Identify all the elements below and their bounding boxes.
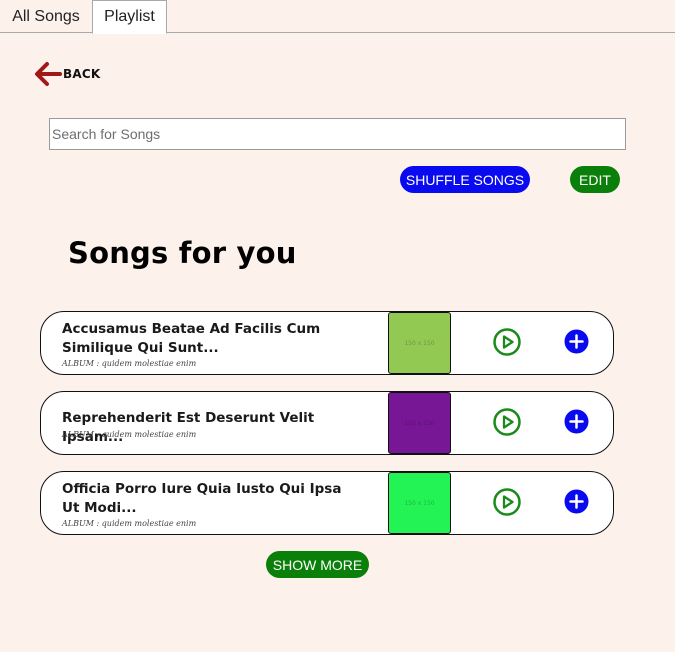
- tab-playlist[interactable]: Playlist: [92, 0, 167, 34]
- song-card[interactable]: Accusamus Beatae Ad Facilis Cum Similiqu…: [40, 311, 614, 375]
- play-circle-icon[interactable]: [492, 407, 522, 437]
- song-card[interactable]: Reprehenderit Est Deserunt Velit Ipsam..…: [40, 391, 614, 455]
- plus-circle-icon[interactable]: [564, 409, 589, 434]
- playlist-page: All Songs Playlist BACK SHUFFLE SONGS ED…: [0, 0, 675, 652]
- search-input[interactable]: [49, 118, 626, 150]
- plus-circle-icon[interactable]: [564, 329, 589, 354]
- back-label: BACK: [63, 67, 101, 81]
- shuffle-songs-button[interactable]: SHUFFLE SONGS: [400, 166, 530, 193]
- tab-bar: All Songs Playlist: [0, 0, 675, 34]
- song-thumbnail: 150 x 150: [388, 392, 451, 454]
- song-thumbnail: 150 x 150: [388, 312, 451, 374]
- song-thumbnail: 150 x 150: [388, 472, 451, 534]
- song-title: Officia Porro Iure Quia Iusto Qui Ipsa U…: [62, 481, 342, 516]
- song-title: Reprehenderit Est Deserunt Velit Ipsam..…: [62, 410, 315, 445]
- plus-circle-icon[interactable]: [564, 489, 589, 514]
- song-album: ALBUM : quidem molestiae enim: [62, 430, 197, 439]
- back-button[interactable]: BACK: [32, 60, 100, 88]
- tab-all-songs[interactable]: All Songs: [0, 0, 92, 33]
- play-circle-icon[interactable]: [492, 327, 522, 357]
- song-card[interactable]: Officia Porro Iure Quia Iusto Qui Ipsa U…: [40, 471, 614, 535]
- song-album: ALBUM : quidem molestiae enim: [62, 519, 197, 528]
- song-album: ALBUM : quidem molestiae enim: [62, 359, 197, 368]
- show-more-button[interactable]: SHOW MORE: [266, 551, 369, 578]
- edit-button[interactable]: EDIT: [570, 166, 620, 193]
- play-circle-icon[interactable]: [492, 487, 522, 517]
- arrow-left-icon: [32, 60, 62, 88]
- section-title: Songs for you: [68, 236, 297, 270]
- song-title: Accusamus Beatae Ad Facilis Cum Similiqu…: [62, 321, 321, 356]
